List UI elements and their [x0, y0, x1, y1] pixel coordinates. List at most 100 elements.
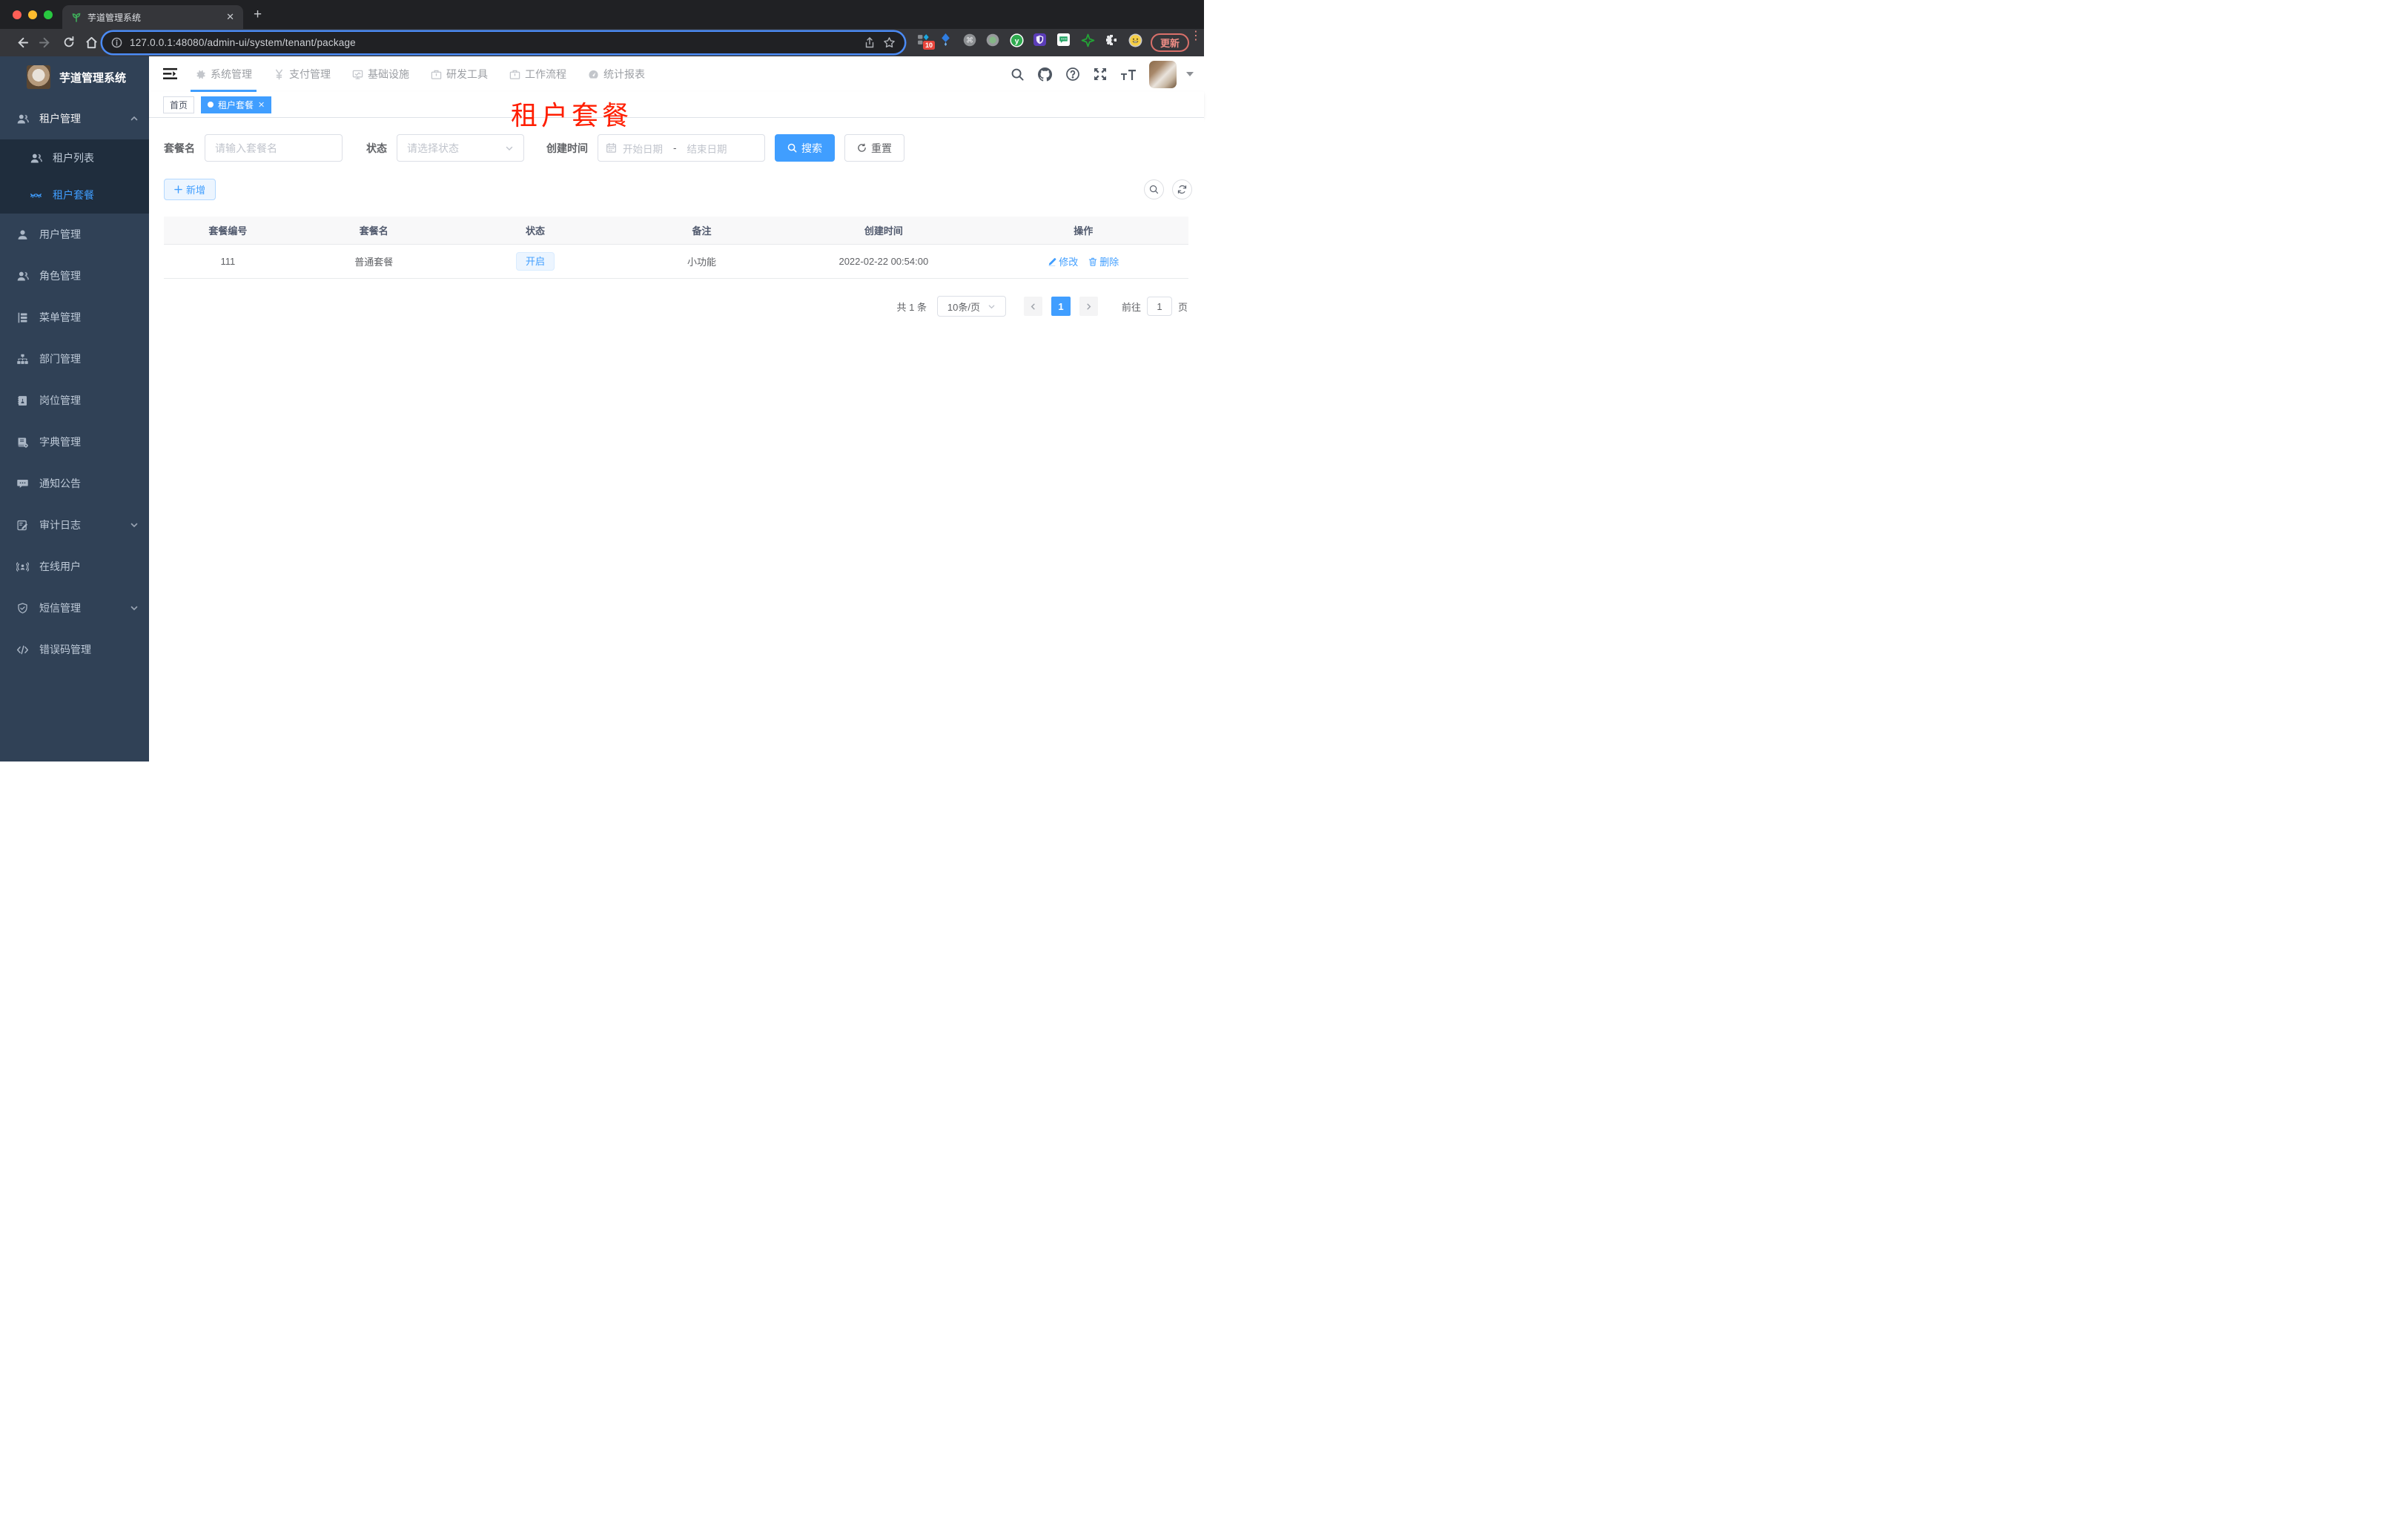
browser-toolbar: 127.0.0.1:48080/admin-ui/system/tenant/p… — [0, 29, 1204, 56]
sidebar-item-tenant-group[interactable]: 租户管理 — [0, 98, 149, 139]
sidebar-item-audit[interactable]: 审计日志 — [0, 504, 149, 546]
extension-puzzle-icon[interactable] — [1105, 33, 1118, 47]
sidebar-item-menu[interactable]: 菜单管理 — [0, 297, 149, 338]
tag-home[interactable]: 首页 — [163, 96, 195, 113]
search-icon[interactable] — [1010, 67, 1025, 82]
sidebar-item-dept[interactable]: 部门管理 — [0, 338, 149, 380]
home-icon[interactable] — [85, 36, 99, 50]
sidebar-item-online[interactable]: 在线用户 — [0, 546, 149, 587]
table-tools — [1144, 179, 1192, 199]
reset-button[interactable]: 重置 — [844, 134, 904, 162]
chrome-update-button[interactable]: 更新 — [1151, 33, 1190, 52]
status-select[interactable]: 请选择状态 — [397, 134, 524, 162]
user-avatar[interactable] — [1149, 60, 1177, 88]
sidebar-logo-row[interactable]: 芋道管理系统 — [0, 56, 149, 98]
sidebar-item-user[interactable]: 用户管理 — [0, 214, 149, 255]
package-table: 套餐编号 套餐名 状态 备注 创建时间 操作 111 普通套餐 开启 小功能 2… — [164, 217, 1188, 279]
reload-icon[interactable] — [62, 36, 76, 49]
tab-favicon-icon — [71, 12, 82, 22]
sidebar-item-post[interactable]: 岗位管理 — [0, 380, 149, 421]
font-size-icon[interactable] — [1120, 67, 1137, 82]
tag-tenant-package[interactable]: 租户套餐 ✕ — [201, 96, 272, 113]
search-button[interactable]: 搜索 — [775, 134, 835, 162]
minimize-window-button[interactable] — [28, 10, 37, 19]
toggle-search-button[interactable] — [1144, 179, 1164, 199]
tab-workflow[interactable]: 工作流程 — [508, 56, 568, 92]
cell-remark: 小功能 — [687, 257, 717, 268]
tab-close-icon[interactable]: ✕ — [226, 11, 234, 23]
tab-statistics[interactable]: 统计报表 — [586, 56, 646, 92]
extension-chat-icon[interactable] — [1057, 33, 1070, 46]
status-badge: 开启 — [515, 252, 555, 271]
search-button-label: 搜索 — [801, 142, 822, 154]
extension-kite-icon[interactable] — [940, 33, 951, 46]
goto-page-input[interactable] — [1146, 297, 1172, 316]
cell-actions: 修改 删除 — [979, 245, 1188, 278]
tab-dev-tools[interactable]: 研发工具 — [429, 56, 489, 92]
search-icon — [787, 143, 797, 153]
main-area: 系统管理 支付管理 基础设施 研发工具 工作流程 统计报表 首页 租户套餐 ✕ … — [149, 56, 1204, 762]
package-name-input-field[interactable] — [215, 142, 332, 154]
help-icon[interactable] — [1065, 67, 1080, 82]
new-tab-button[interactable]: + — [254, 7, 262, 22]
prev-page-button[interactable] — [1023, 297, 1042, 316]
sidebar-item-tenant-package[interactable]: 租户套餐 — [0, 176, 149, 214]
extension-y-icon[interactable]: y — [1010, 33, 1024, 47]
sidebar-item-label: 租户管理 — [39, 113, 81, 125]
forward-icon[interactable] — [39, 36, 53, 50]
tab-infrastructure[interactable]: 基础设施 — [351, 56, 411, 92]
edit-link[interactable]: 修改 — [1048, 254, 1078, 268]
extension-star-icon[interactable] — [1081, 33, 1095, 47]
sidebar-item-sms[interactable]: 短信管理 — [0, 587, 149, 629]
date-range-picker[interactable]: 开始日期 - 结束日期 — [598, 134, 765, 162]
chrome-menu-icon[interactable]: ⋮ — [1190, 30, 1202, 42]
sidebar-item-label: 租户列表 — [53, 152, 94, 164]
sidebar-item-dict[interactable]: 字典管理 — [0, 421, 149, 463]
zoom-window-button[interactable] — [44, 10, 53, 19]
page-size-select[interactable]: 10条/页 — [936, 296, 1006, 317]
date-start-placeholder[interactable]: 开始日期 — [623, 141, 663, 156]
bookmark-star-icon[interactable] — [883, 36, 896, 49]
column-header: 操作 — [1074, 225, 1094, 237]
tab-payment-management[interactable]: 支付管理 — [272, 56, 332, 92]
tag-close-icon[interactable]: ✕ — [258, 100, 265, 110]
page-number-current[interactable]: 1 — [1051, 297, 1071, 316]
back-icon[interactable] — [15, 36, 29, 50]
browser-chrome: 芋道管理系统 ✕ + 127.0.0.1:48080/admin-ui/syst… — [0, 0, 1204, 56]
extension-shield-icon[interactable] — [1033, 33, 1046, 46]
extension-command-icon[interactable]: ⌘ — [963, 33, 976, 47]
browser-tab[interactable]: 芋道管理系统 ✕ — [62, 5, 243, 29]
package-name-input[interactable] — [205, 134, 343, 162]
closed-eyes-icon — [30, 193, 42, 198]
site-info-icon[interactable] — [111, 37, 122, 48]
avatar-caret-icon[interactable] — [1186, 72, 1194, 76]
url-text[interactable]: 127.0.0.1:48080/admin-ui/system/tenant/p… — [130, 37, 856, 48]
extension-record-icon[interactable] — [986, 33, 999, 47]
pagination-total: 共 1 条 — [896, 301, 927, 313]
delete-link[interactable]: 删除 — [1088, 254, 1119, 268]
refresh-table-button[interactable] — [1172, 179, 1192, 199]
add-button[interactable]: 新增 — [164, 179, 216, 200]
sidebar-item-role[interactable]: 角色管理 — [0, 255, 149, 297]
next-page-button[interactable] — [1079, 297, 1098, 316]
close-window-button[interactable] — [13, 10, 22, 19]
trash-icon — [1089, 257, 1097, 266]
sidebar-collapse-icon[interactable] — [162, 67, 178, 81]
date-end-placeholder[interactable]: 结束日期 — [687, 141, 727, 156]
share-icon[interactable] — [864, 36, 876, 49]
sidebar-item-tenant-list[interactable]: 租户列表 — [0, 139, 149, 176]
sidebar-item-errcode[interactable]: 错误码管理 — [0, 629, 149, 670]
column-header: 备注 — [692, 225, 712, 237]
tree-list-icon — [18, 312, 27, 323]
chevron-down-icon — [506, 146, 513, 151]
filter-status-label: 状态 — [366, 142, 387, 154]
fullscreen-icon[interactable] — [1093, 67, 1108, 82]
tab-system-management[interactable]: 系统管理 — [191, 56, 257, 92]
extension-emoji-icon[interactable] — [1128, 33, 1142, 47]
address-bar[interactable]: 127.0.0.1:48080/admin-ui/system/tenant/p… — [102, 32, 904, 53]
github-icon[interactable] — [1037, 67, 1053, 82]
extension-tiles-icon[interactable]: 10 — [917, 33, 935, 50]
cell-status: 开启 — [456, 245, 615, 278]
sidebar-item-label: 在线用户 — [39, 561, 81, 572]
sidebar-item-notice[interactable]: 通知公告 — [0, 463, 149, 504]
